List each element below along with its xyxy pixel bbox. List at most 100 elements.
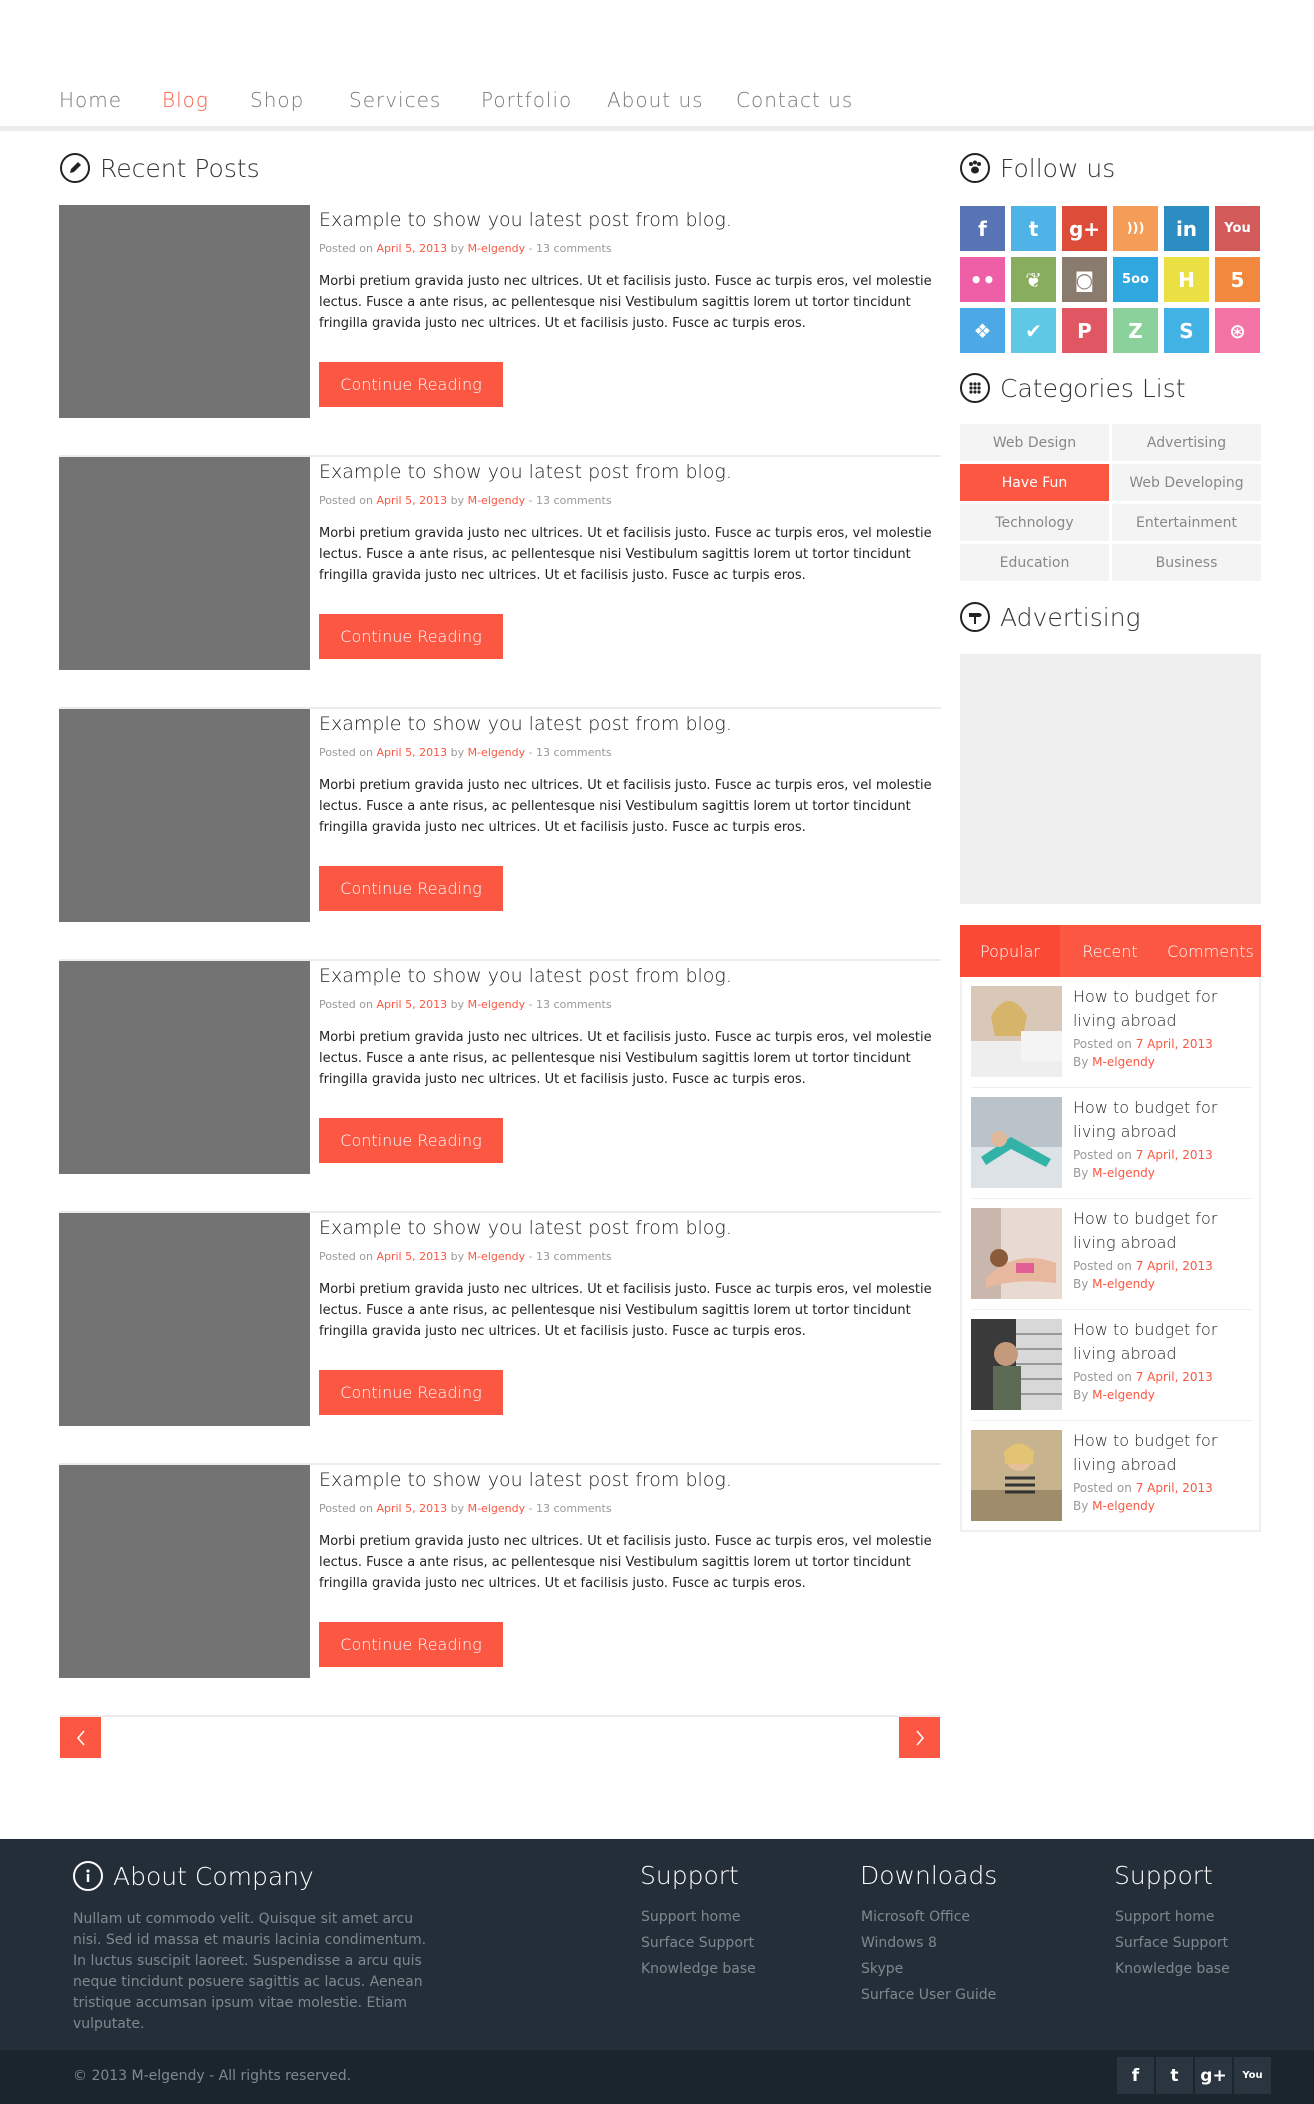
continue-reading-button[interactable]: Continue Reading	[319, 1622, 503, 1667]
post-thumbnail[interactable]	[59, 205, 310, 418]
post-thumbnail[interactable]	[59, 709, 310, 922]
check-icon[interactable]: ✔	[1011, 308, 1056, 353]
nav-home[interactable]: Home	[59, 88, 122, 112]
popular-date[interactable]: 7 April, 2013	[1136, 1037, 1213, 1051]
post-title[interactable]: Example to show you latest post from blo…	[319, 965, 732, 987]
popular-date[interactable]: 7 April, 2013	[1136, 1370, 1213, 1384]
footer-link-knowledge-base[interactable]: Knowledge base	[641, 1961, 756, 1977]
continue-reading-button[interactable]: Continue Reading	[319, 362, 503, 407]
popular-title[interactable]: How to budget for living abroad	[1073, 1096, 1253, 1144]
post-title[interactable]: Example to show you latest post from blo…	[319, 1469, 732, 1491]
post-date[interactable]: April 5, 2013	[376, 1250, 447, 1263]
footer-link-support-home[interactable]: Support home	[1115, 1909, 1214, 1925]
post-author[interactable]: M-elgendy	[468, 1502, 526, 1515]
tab-recent[interactable]: Recent	[1060, 925, 1160, 977]
post-comments[interactable]: - 13 comments	[529, 1502, 612, 1515]
advertising-box[interactable]	[960, 654, 1261, 904]
nav-shop[interactable]: Shop	[250, 88, 304, 112]
post-author[interactable]: M-elgendy	[468, 242, 526, 255]
nav-about-us[interactable]: About us	[607, 88, 704, 112]
post-date[interactable]: April 5, 2013	[376, 1502, 447, 1515]
category-business[interactable]: Business	[1112, 544, 1261, 581]
zerply-icon[interactable]: Z	[1113, 308, 1158, 353]
popular-date[interactable]: 7 April, 2013	[1136, 1481, 1213, 1495]
post-author[interactable]: M-elgendy	[468, 494, 526, 507]
continue-reading-button[interactable]: Continue Reading	[319, 614, 503, 659]
post-date[interactable]: April 5, 2013	[376, 494, 447, 507]
linkedin-icon[interactable]: in	[1164, 206, 1209, 251]
post-comments[interactable]: - 13 comments	[529, 998, 612, 1011]
flickr-icon[interactable]: ••	[960, 257, 1005, 302]
category-advertising[interactable]: Advertising	[1112, 424, 1261, 461]
500px-icon[interactable]: 5oo	[1113, 257, 1158, 302]
post-thumbnail[interactable]	[59, 1213, 310, 1426]
popular-author[interactable]: M-elgendy	[1092, 1166, 1155, 1180]
post-date[interactable]: April 5, 2013	[376, 242, 447, 255]
prev-page-button[interactable]	[60, 1717, 101, 1758]
pinterest-icon[interactable]: P	[1062, 308, 1107, 353]
continue-reading-button[interactable]: Continue Reading	[319, 866, 503, 911]
post-photo[interactable]	[971, 1208, 1062, 1299]
footer-link-support-home[interactable]: Support home	[641, 1909, 740, 1925]
post-date[interactable]: April 5, 2013	[376, 998, 447, 1011]
post-comments[interactable]: - 13 comments	[529, 242, 612, 255]
post-author[interactable]: M-elgendy	[468, 746, 526, 759]
instagram-icon[interactable]: ◙	[1062, 257, 1107, 302]
rss-icon[interactable]: )))	[1113, 206, 1158, 251]
footer-link-surface-user-guide[interactable]: Surface User Guide	[861, 1987, 996, 2003]
post-comments[interactable]: - 13 comments	[529, 494, 612, 507]
envato-icon[interactable]: ❦	[1011, 257, 1056, 302]
post-photo[interactable]	[971, 986, 1062, 1077]
post-title[interactable]: Example to show you latest post from blo…	[319, 209, 732, 231]
post-photo[interactable]	[971, 1097, 1062, 1188]
popular-author[interactable]: M-elgendy	[1092, 1499, 1155, 1513]
category-technology[interactable]: Technology	[960, 504, 1109, 541]
post-photo[interactable]	[971, 1430, 1062, 1521]
category-web-developing[interactable]: Web Developing	[1112, 464, 1261, 501]
popular-title[interactable]: How to budget for living abroad	[1073, 1429, 1253, 1477]
facebook-icon[interactable]: f	[1117, 2057, 1154, 2094]
google-plus-icon[interactable]: g+	[1195, 2057, 1232, 2094]
popular-author[interactable]: M-elgendy	[1092, 1277, 1155, 1291]
next-page-button[interactable]	[899, 1717, 940, 1758]
post-thumbnail[interactable]	[59, 1465, 310, 1678]
post-comments[interactable]: - 13 comments	[529, 1250, 612, 1263]
post-title[interactable]: Example to show you latest post from blo…	[319, 1217, 732, 1239]
footer-link-knowledge-base[interactable]: Knowledge base	[1115, 1961, 1230, 1977]
nav-portfolio[interactable]: Portfolio	[481, 88, 572, 112]
google-plus-icon[interactable]: g+	[1062, 206, 1107, 251]
popular-date[interactable]: 7 April, 2013	[1136, 1148, 1213, 1162]
category-entertainment[interactable]: Entertainment	[1112, 504, 1261, 541]
footer-link-skype[interactable]: Skype	[861, 1961, 903, 1977]
twitter-icon[interactable]: t	[1156, 2057, 1193, 2094]
footer-link-surface-support[interactable]: Surface Support	[641, 1935, 754, 1951]
dribbble-icon[interactable]: ⊛	[1215, 308, 1260, 353]
post-comments[interactable]: - 13 comments	[529, 746, 612, 759]
dropbox-icon[interactable]: ❖	[960, 308, 1005, 353]
post-title[interactable]: Example to show you latest post from blo…	[319, 461, 732, 483]
skype-icon[interactable]: S	[1164, 308, 1209, 353]
hype-icon[interactable]: H	[1164, 257, 1209, 302]
popular-title[interactable]: How to budget for living abroad	[1073, 1318, 1253, 1366]
continue-reading-button[interactable]: Continue Reading	[319, 1370, 503, 1415]
continue-reading-button[interactable]: Continue Reading	[319, 1118, 503, 1163]
post-author[interactable]: M-elgendy	[468, 998, 526, 1011]
category-education[interactable]: Education	[960, 544, 1109, 581]
youtube-icon[interactable]: You	[1234, 2057, 1271, 2094]
category-have-fun[interactable]: Have Fun	[960, 464, 1109, 501]
category-web-design[interactable]: Web Design	[960, 424, 1109, 461]
tab-popular[interactable]: Popular	[960, 925, 1060, 977]
post-thumbnail[interactable]	[59, 457, 310, 670]
html5-icon[interactable]: 5	[1215, 257, 1260, 302]
nav-services[interactable]: Services	[349, 88, 441, 112]
popular-author[interactable]: M-elgendy	[1092, 1055, 1155, 1069]
popular-date[interactable]: 7 April, 2013	[1136, 1259, 1213, 1273]
post-photo[interactable]	[971, 1319, 1062, 1410]
youtube-icon[interactable]: You	[1215, 206, 1260, 251]
popular-author[interactable]: M-elgendy	[1092, 1388, 1155, 1402]
nav-blog[interactable]: Blog	[162, 88, 209, 112]
nav-contact-us[interactable]: Contact us	[736, 88, 853, 112]
post-title[interactable]: Example to show you latest post from blo…	[319, 713, 732, 735]
footer-link-microsoft-office[interactable]: Microsoft Office	[861, 1909, 970, 1925]
facebook-icon[interactable]: f	[960, 206, 1005, 251]
